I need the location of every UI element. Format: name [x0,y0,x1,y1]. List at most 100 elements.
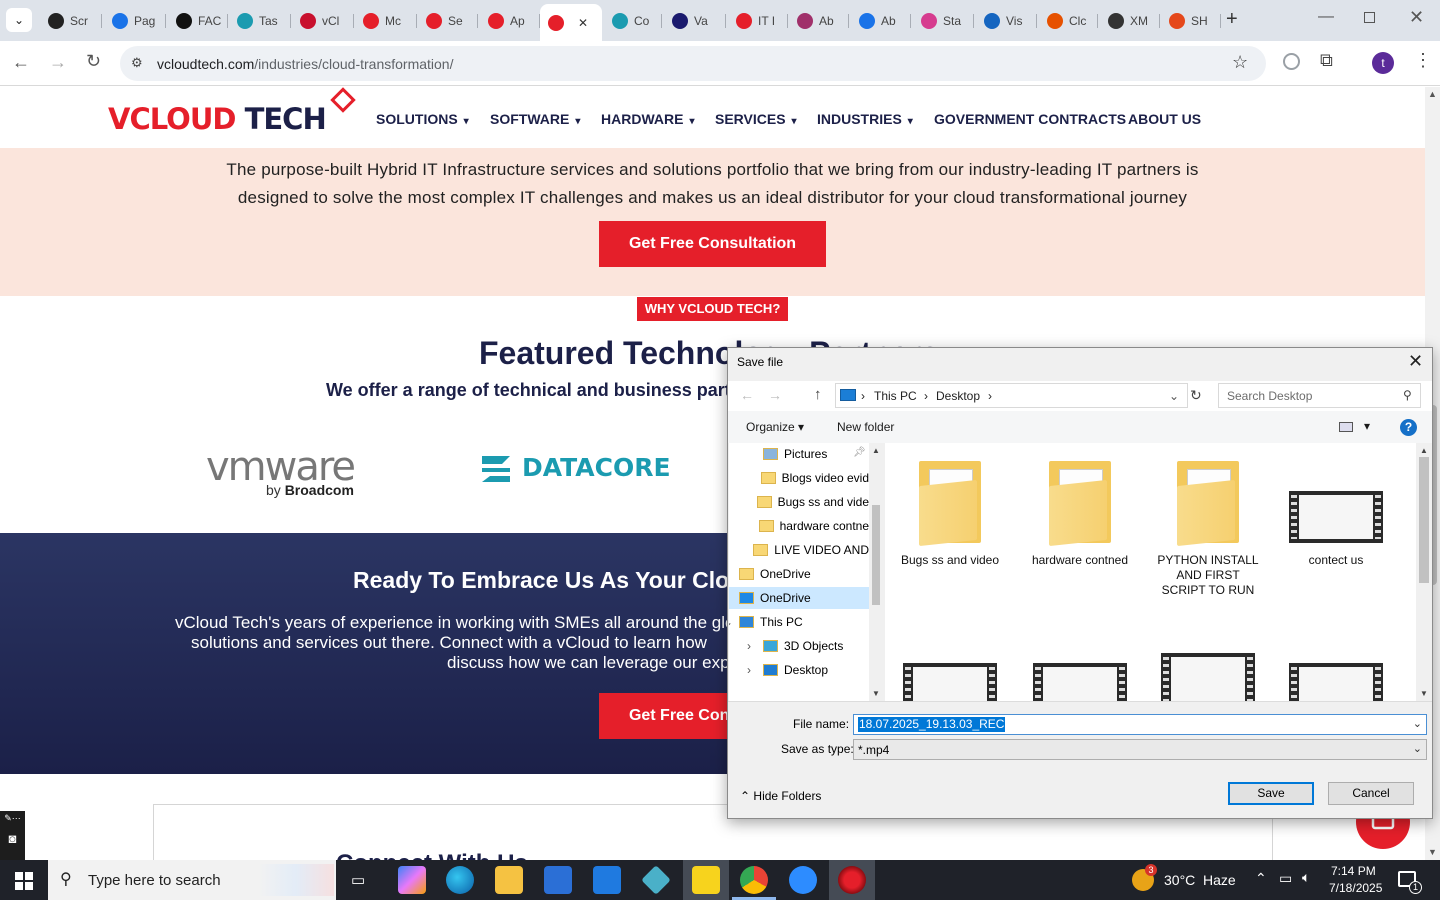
browser-tab[interactable]: SH [1161,6,1221,36]
get-free-consultation-button[interactable]: Get Free Consultation [599,221,826,267]
zoom-app-icon[interactable] [789,866,817,894]
forward-button[interactable]: → [49,52,67,73]
browser-tab[interactable]: Scr [40,6,102,36]
dialog-back-icon[interactable]: ← [740,387,754,403]
video-thumbnail-icon[interactable] [1289,663,1383,701]
browser-tab[interactable]: vCl [292,6,354,36]
files-scrollbar[interactable]: ▲ ▼ [1416,443,1432,701]
file-name-dropdown-icon[interactable]: ⌄ [1413,717,1422,730]
video-file-item[interactable]: contect us [1281,451,1391,611]
tree-item[interactable]: › 3D Objects [729,635,869,657]
dialog-refresh-icon[interactable]: ↻ [1190,387,1202,404]
windows-start-icon[interactable] [15,872,33,890]
browser-tab[interactable]: Pag [104,6,166,36]
nav-item[interactable]: ABOUT US [1128,111,1207,127]
save-button[interactable]: Save [1228,782,1314,805]
cancel-button[interactable]: Cancel [1328,782,1414,805]
dialog-forward-icon[interactable]: → [768,387,782,403]
new-tab-button[interactable]: + [1226,8,1238,31]
tree-expander-icon[interactable]: ⌄ [729,615,735,629]
folder-item[interactable]: PYTHON INSTALL AND FIRST SCRIPT TO RUN [1153,451,1263,611]
tree-item[interactable]: Blogs video evid [729,467,869,489]
profile-avatar[interactable]: t [1372,52,1394,74]
window-close-button[interactable]: ✕ [1409,7,1424,28]
browser-tab[interactable]: Sta [913,6,974,36]
vcloud-tech-logo[interactable]: VCLOUD TECH [108,102,327,136]
pin-icon[interactable]: 📌︎ [853,447,866,458]
tree-item[interactable]: Bugs ss and vide [729,491,869,513]
browser-tab[interactable]: Vis [976,6,1037,36]
nav-item[interactable]: SERVICES ▾ [715,111,797,127]
clock-date[interactable]: 7/18/2025 [1329,881,1382,895]
dialog-address-bar[interactable]: › This PC › Desktop › ⌄ [835,383,1188,408]
crumb-desktop[interactable]: Desktop [936,389,980,403]
browser-tab[interactable]: Ap [480,6,540,36]
browser-tab[interactable]: Co [604,6,662,36]
browser-tab[interactable]: FAC [168,6,228,36]
nav-item[interactable]: GOVERNMENT CONTRACTS [934,111,1132,127]
browser-tab[interactable]: Va [664,6,726,36]
tree-scrollbar[interactable]: ▲ ▼ [869,443,883,701]
address-bar[interactable]: ⚙ vcloudtech.com/industries/cloud-transf… [120,46,1266,81]
site-info-icon[interactable]: ⚙ [131,55,143,71]
reload-button[interactable]: ↻ [86,51,101,72]
clock-time[interactable]: 7:14 PM [1331,864,1376,878]
browser-tab[interactable]: XM [1100,6,1160,36]
tree-item[interactable]: LIVE VIDEO AND [729,539,869,561]
tab-close-icon[interactable]: ✕ [578,16,588,30]
task-view-icon[interactable]: ▭ [351,871,365,889]
address-dropdown-icon[interactable]: ⌄ [1169,389,1179,403]
recorder-more-icon[interactable]: ✎⋯ [4,813,21,824]
folder-item[interactable]: Bugs ss and video [895,451,1005,611]
file-name-input[interactable]: 18.07.2025_19.13.03_REC ⌄ [853,714,1427,735]
video-thumbnail-icon[interactable] [1161,653,1255,701]
taskbar-search-box[interactable]: ⚲ Type here to search [48,860,336,900]
screenshot-icon[interactable]: ◙ [4,831,21,846]
folder-item[interactable]: hardware contned [1025,451,1135,611]
save-as-type-select[interactable]: *.mp4 ⌄ [853,739,1427,760]
tree-item[interactable]: › OneDrive [729,587,869,609]
minimize-button[interactable]: — [1318,8,1334,26]
sticky-notes-icon[interactable] [692,866,720,894]
store-app-icon[interactable] [544,866,572,894]
browser-tab[interactable]: ✕ [540,4,602,41]
tab-search-button[interactable]: ⌄ [6,8,32,32]
weather-desc[interactable]: Haze [1203,872,1236,888]
browser-tab[interactable]: Se [418,6,478,36]
crumb-this-pc[interactable]: This PC [874,389,917,403]
video-thumbnail-icon[interactable] [903,663,997,701]
tree-item[interactable]: › Desktop [729,659,869,681]
tree-expander-icon[interactable]: › [747,663,759,677]
network-icon[interactable]: ▭ [1279,870,1292,887]
browser-tab[interactable]: Ab [851,6,911,36]
back-button[interactable]: ← [12,52,30,73]
datacore-logo[interactable]: DATACORE [522,453,671,482]
hide-folders-toggle[interactable]: ⌃ Hide Folders [740,789,821,803]
browser-tab[interactable]: Ab [789,6,849,36]
tree-expander-icon[interactable]: › [729,567,735,581]
browser-tab[interactable]: Mc [355,6,417,36]
scroll-up-arrow-icon[interactable]: ▲ [1428,89,1437,99]
tree-item[interactable]: Pictures [729,443,869,465]
browser-tab[interactable]: Clc [1039,6,1098,36]
tree-expander-icon[interactable]: › [747,639,759,653]
bookmark-star-icon[interactable]: ☆ [1232,52,1248,73]
copilot-app-icon[interactable] [398,866,426,894]
tray-chevron-icon[interactable]: ⌃ [1255,870,1267,887]
view-dropdown-icon[interactable]: ▾ [1364,419,1370,433]
tree-item[interactable]: ⌄ This PC [729,611,869,633]
nav-item[interactable]: HARDWARE ▾ [601,111,694,127]
dev-app-icon[interactable] [641,865,671,895]
browser-tab[interactable]: IT I [728,6,788,36]
file-explorer-icon[interactable] [495,866,523,894]
scroll-down-arrow-icon[interactable]: ▼ [1428,847,1437,857]
browser-tab[interactable]: Tas [229,6,291,36]
nav-item[interactable]: INDUSTRIES ▾ [817,111,913,127]
dialog-search-input[interactable]: Search Desktop ⚲ [1218,383,1421,408]
volume-icon[interactable]: 🔈︎ [1302,869,1310,886]
chrome-app-icon[interactable] [740,866,768,894]
extensions-icon[interactable]: ⧉ [1320,50,1333,71]
video-thumbnail-icon[interactable] [1033,663,1127,701]
organize-button[interactable]: Organize ▾ [746,420,804,434]
edge-app-icon[interactable] [446,866,474,894]
